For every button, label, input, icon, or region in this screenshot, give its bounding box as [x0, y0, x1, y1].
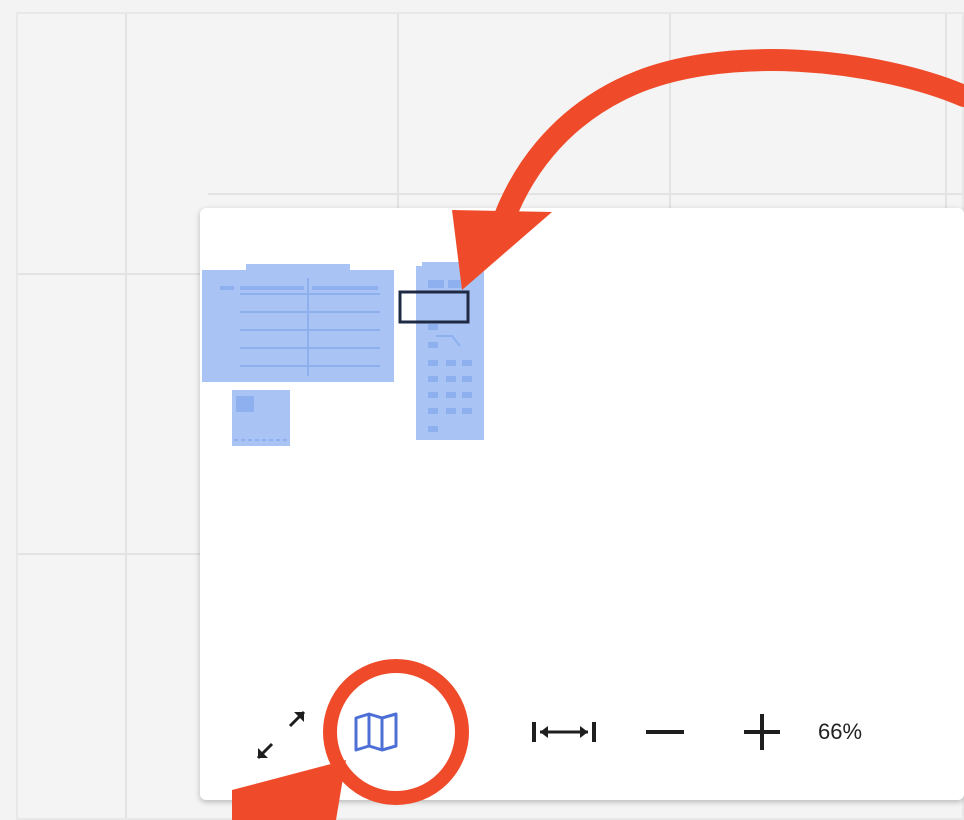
minimap-panel [200, 208, 964, 800]
fit-width-button[interactable] [528, 716, 600, 748]
minus-icon [646, 730, 684, 734]
minimap-preview[interactable] [200, 208, 964, 688]
zoom-level[interactable]: 66% [818, 716, 908, 748]
map-icon [354, 712, 398, 752]
preview-table-block [202, 264, 394, 382]
zoom-out-button[interactable] [642, 716, 688, 748]
plus-icon [744, 714, 780, 750]
preview-small-block [232, 390, 290, 446]
collapse-minimap-button[interactable] [252, 704, 312, 764]
collapse-arrows-icon [256, 710, 306, 760]
minimap-toggle-button[interactable] [352, 710, 406, 754]
fit-width-icon [532, 722, 596, 742]
zoom-in-button[interactable] [740, 712, 784, 752]
